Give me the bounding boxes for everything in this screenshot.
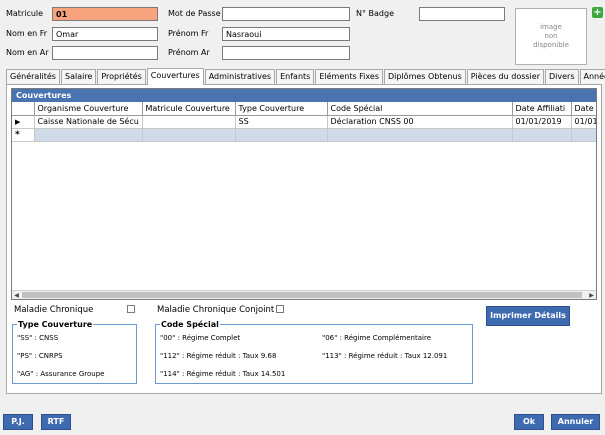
maladie-chronique-conjoint-checkbox[interactable] (276, 305, 284, 313)
code-special-item: "114" : Régime réduit : Taux 14.501 (160, 370, 286, 378)
annuler-button[interactable]: Annuler (551, 414, 600, 430)
tab-annees[interactable]: Années (579, 69, 605, 84)
table-row[interactable]: ▶ Caisse Nationale de Sécu SS Déclaratio… (12, 115, 596, 129)
maladie-chronique-conjoint-label: Maladie Chronique Conjoint (157, 305, 275, 315)
nom-ar-field[interactable] (52, 46, 158, 60)
maladie-chronique-checkbox[interactable] (127, 305, 135, 313)
code-special-item: "112" : Régime réduit : Taux 9.68 (160, 352, 277, 360)
photo-placeholder-text: image non disponible (533, 23, 569, 49)
tab-pieces-dossier[interactable]: Pièces du dossier (466, 69, 544, 84)
matricule-field[interactable]: 01 (52, 7, 158, 21)
badge-label: N° Badge (356, 9, 394, 18)
prenom-ar-field[interactable] (222, 46, 350, 60)
column-header[interactable]: Type Couverture (235, 102, 328, 116)
tab-couvertures[interactable]: Couvertures (146, 68, 204, 85)
plus-icon[interactable]: + (592, 7, 603, 18)
imprimer-details-button[interactable]: Imprimer Détails (486, 306, 570, 326)
tab-elements-fixes[interactable]: Eléments Fixes (315, 69, 383, 84)
badge-field[interactable] (419, 7, 505, 21)
type-couverture-title: Type Couverture (17, 320, 94, 329)
tab-generalites[interactable]: Généralités (6, 69, 60, 84)
type-couverture-item: "SS" : CNSS (17, 334, 59, 342)
nom-ar-label: Nom en Ar (6, 48, 49, 57)
table-cell[interactable] (235, 128, 328, 142)
nom-fr-label: Nom en Fr (6, 29, 48, 38)
rtf-button[interactable]: RTF (41, 414, 71, 430)
type-couverture-group: Type Couverture "SS" : CNSS "PS" : CNRPS… (12, 320, 137, 384)
prenom-fr-field[interactable]: Nasraoui (222, 27, 350, 41)
tab-proprietes[interactable]: Propriétés (97, 69, 146, 84)
tab-enfants[interactable]: Enfants (276, 69, 315, 84)
couvertures-grid: Couvertures Organisme Couverture Matricu… (11, 88, 597, 300)
new-table-row[interactable]: * (12, 128, 596, 142)
tab-divers[interactable]: Divers (545, 69, 579, 84)
mot-de-passe-field[interactable] (222, 7, 350, 21)
table-header-row: Organisme Couverture Matricule Couvertur… (12, 102, 596, 116)
scroll-left-icon[interactable]: ◀ (12, 291, 21, 299)
new-row-marker-icon[interactable]: * (12, 128, 35, 142)
code-special-title: Code Spécial (160, 320, 220, 329)
row-marker-icon[interactable]: ▶ (12, 115, 35, 129)
code-special-item: "113" : Régime réduit : Taux 12.091 (322, 352, 448, 360)
couvertures-table: Organisme Couverture Matricule Couvertur… (12, 102, 596, 142)
column-header[interactable]: Organisme Couverture (34, 102, 143, 116)
table-cell[interactable] (512, 128, 572, 142)
tab-administratives[interactable]: Administratives (204, 69, 276, 84)
column-header[interactable]: Date Affiliati (512, 102, 572, 116)
type-couverture-item: "AG" : Assurance Groupe (17, 370, 105, 378)
table-cell[interactable] (571, 128, 596, 142)
table-cell[interactable]: Déclaration CNSS 00 (327, 115, 513, 129)
table-cell[interactable]: Caisse Nationale de Sécu (34, 115, 143, 129)
table-cell[interactable]: 01/01/2019 (571, 115, 596, 129)
grid-title: Couvertures (12, 89, 596, 102)
tab-bar: Généralités Salaire Propriétés Couvertur… (6, 68, 605, 85)
table-cell[interactable]: 01/01/2019 (512, 115, 572, 129)
prenom-fr-label: Prénom Fr (168, 29, 209, 38)
table-cell[interactable] (142, 115, 236, 129)
ok-button[interactable]: Ok (514, 414, 544, 430)
scroll-right-icon[interactable]: ▶ (587, 291, 596, 299)
mot-de-passe-label: Mot de Passe (168, 9, 221, 18)
pj-button[interactable]: P.J. (3, 414, 33, 430)
code-special-group: Code Spécial "00" : Régime Complet "112"… (155, 320, 473, 384)
code-special-item: "00" : Régime Complet (160, 334, 241, 342)
table-cell[interactable] (327, 128, 513, 142)
maladie-chronique-label: Maladie Chronique (14, 305, 94, 315)
photo-placeholder[interactable]: image non disponible (515, 8, 587, 65)
type-couverture-item: "PS" : CNRPS (17, 352, 63, 360)
scrollbar-thumb[interactable] (22, 292, 582, 298)
column-header[interactable]: Code Spécial (327, 102, 513, 116)
table-cell[interactable] (142, 128, 236, 142)
horizontal-scrollbar[interactable]: ◀ ▶ (12, 290, 596, 299)
table-cell[interactable] (34, 128, 143, 142)
tab-diplomes[interactable]: Diplômes Obtenus (383, 69, 466, 84)
tab-salaire[interactable]: Salaire (60, 69, 97, 84)
column-header[interactable]: Matricule Couverture (142, 102, 236, 116)
column-header[interactable]: Date (571, 102, 596, 116)
row-header-corner (12, 102, 35, 116)
prenom-ar-label: Prénom Ar (168, 48, 210, 57)
code-special-item: "06" : Régime Complémentaire (322, 334, 432, 342)
nom-fr-field[interactable]: Omar (52, 27, 158, 41)
table-cell[interactable]: SS (235, 115, 328, 129)
matricule-label: Matricule (6, 9, 44, 18)
